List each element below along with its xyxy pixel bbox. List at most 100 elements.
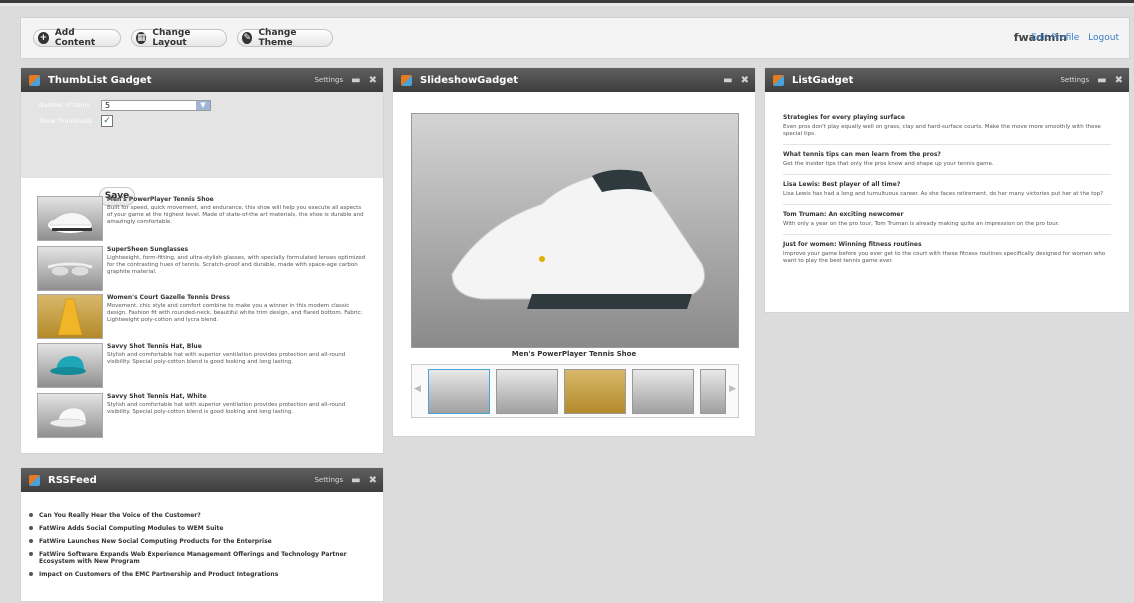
thumbnail-strip: ◀ ▶ <box>411 364 739 418</box>
listgadget-title: ListGadget <box>792 74 854 86</box>
show-thumbnails-label: Show Thumbnails <box>39 117 92 125</box>
num-items-select[interactable]: 5 ▼ <box>101 100 211 111</box>
list-item[interactable]: Savvy Shot Tennis Hat, Blue Stylish and … <box>37 343 367 389</box>
thumb-shoe[interactable] <box>428 369 490 414</box>
item-desc: Lightweight, form-fitting, and ultra-sty… <box>107 255 366 275</box>
item-title: Tom Truman: An exciting newcomer <box>783 211 904 218</box>
item-desc: Movement, chic style and comfort combine… <box>107 303 363 323</box>
rss-header: RSSFeed Settings ▬ ✖ <box>21 468 383 492</box>
thumb-blue-hat[interactable] <box>632 369 694 414</box>
num-items-row: Number of Items 5 ▼ <box>39 100 371 111</box>
slideshow-gadget: SlideshowGadget ▬ ✖ Men's PowerPlayer Te… <box>392 67 756 437</box>
change-theme-button[interactable]: ✎ Change Theme <box>237 28 333 48</box>
rss-link[interactable]: Can You Really Hear the Voice of the Cus… <box>21 512 363 519</box>
list-item[interactable]: SuperSheen Sunglasses Lightweight, form-… <box>37 246 367 292</box>
settings-link[interactable]: Settings <box>1060 76 1089 84</box>
slideshow-caption: Men's PowerPlayer Tennis Shoe <box>511 350 637 358</box>
item-title: Savvy Shot Tennis Hat, Blue <box>107 343 202 350</box>
gadget-tools: Settings ▬ ✖ <box>1060 68 1123 92</box>
item-title: Lisa Lewis: Best player of all time? <box>783 181 901 188</box>
thumblist-gadget: ThumbList Gadget Settings ▬ ✖ Number of … <box>20 67 384 454</box>
gadget-tools: ▬ ✖ <box>715 68 749 92</box>
rss-link[interactable]: Impact on Customers of the EMC Partnersh… <box>21 571 363 578</box>
item-title: What tennis tips can men learn from the … <box>783 151 941 158</box>
shoe-icon <box>48 212 93 233</box>
item-title: Strategies for every playing surface <box>783 114 905 121</box>
shoe-icon <box>451 169 705 309</box>
item-desc: Stylish and comfortable hat with superio… <box>107 402 346 415</box>
add-content-label: Add Content <box>54 28 96 48</box>
dress-thumbnail <box>37 294 103 339</box>
list-item[interactable]: Men's PowerPlayer Tennis Shoe Built for … <box>37 196 367 242</box>
gadget-icon <box>401 74 412 86</box>
top-border-light <box>0 3 1134 6</box>
list-item[interactable]: What tennis tips can men learn from the … <box>783 145 1111 175</box>
change-theme-label: Change Theme <box>258 28 297 48</box>
close-icon[interactable]: ✖ <box>369 475 377 486</box>
gadget-tools: Settings ▬ ✖ <box>314 468 377 492</box>
minimize-icon[interactable]: ▬ <box>1097 75 1106 86</box>
prev-arrow-icon[interactable]: ◀ <box>414 384 421 394</box>
white-hat-thumbnail <box>37 393 103 438</box>
hat-icon <box>50 356 86 375</box>
thumb-sunglasses[interactable] <box>496 369 558 414</box>
list-gadget: ListGadget Settings ▬ ✖ Strategies for e… <box>764 67 1130 313</box>
settings-link[interactable]: Settings <box>314 476 343 484</box>
item-desc: Improve your game before you ever get to… <box>783 251 1106 264</box>
list-item[interactable]: Savvy Shot Tennis Hat, White Stylish and… <box>37 393 367 439</box>
list-item[interactable]: Strategies for every playing surface Eve… <box>783 108 1111 145</box>
gadget-tools: Settings ▬ ✖ <box>314 68 377 92</box>
thumb-dress[interactable] <box>564 369 626 414</box>
list-item[interactable]: Women's Court Gazelle Tennis Dress Movem… <box>37 294 367 340</box>
thumb-white-hat[interactable] <box>700 369 726 414</box>
slideshow-main-image[interactable] <box>411 113 739 348</box>
thumblist-settings: Number of Items 5 ▼ Show Thumbnails ✓ <box>21 92 383 178</box>
slideshow-header: SlideshowGadget ▬ ✖ <box>393 68 755 92</box>
item-desc: Get the insider tips that only the pros … <box>783 161 994 167</box>
minimize-icon[interactable]: ▬ <box>351 75 360 86</box>
blue-hat-thumbnail <box>37 343 103 388</box>
show-thumbnails-row: Show Thumbnails ✓ <box>39 115 371 127</box>
rss-link[interactable]: FatWire Software Expands Web Experience … <box>21 551 363 565</box>
change-layout-button[interactable]: ▦ Change Layout <box>131 28 227 48</box>
slideshow-title: SlideshowGadget <box>420 74 519 86</box>
list-item[interactable]: Just for women: Winning fitness routines… <box>783 235 1111 271</box>
sunglasses-thumbnail <box>37 246 103 291</box>
rss-link[interactable]: FatWire Adds Social Computing Modules to… <box>21 525 363 532</box>
next-arrow-icon[interactable]: ▶ <box>729 384 736 394</box>
minimize-icon[interactable]: ▬ <box>723 75 732 86</box>
gadget-icon <box>29 74 40 86</box>
minimize-icon[interactable]: ▬ <box>351 475 360 486</box>
list-gadget-body: Strategies for every playing surface Eve… <box>765 92 1129 271</box>
item-title: Men's PowerPlayer Tennis Shoe <box>107 196 214 203</box>
rss-title: RSSFeed <box>48 474 97 486</box>
item-desc: Lisa Lewis has had a long and tumultuous… <box>783 191 1104 197</box>
num-items-value: 5 <box>105 101 111 110</box>
edit-profile-link[interactable]: Edit Profile <box>1031 33 1079 43</box>
close-icon[interactable]: ✖ <box>369 75 377 86</box>
show-thumbnails-checkbox[interactable]: ✓ <box>101 115 113 127</box>
close-icon[interactable]: ✖ <box>1115 75 1123 86</box>
item-desc: Stylish and comfortable hat with superio… <box>107 352 346 365</box>
rss-list: Can You Really Hear the Voice of the Cus… <box>21 492 383 578</box>
layout-icon: ▦ <box>136 32 147 44</box>
dress-icon <box>57 298 83 336</box>
plus-icon: + <box>38 32 49 44</box>
item-title: Just for women: Winning fitness routines <box>783 241 922 248</box>
item-desc: Even pros don't play equally well on gra… <box>783 124 1101 137</box>
close-icon[interactable]: ✖ <box>741 75 749 86</box>
logout-link[interactable]: Logout <box>1088 33 1119 43</box>
num-items-label: Number of Items <box>39 102 90 109</box>
rss-gadget: RSSFeed Settings ▬ ✖ Can You Really Hear… <box>20 467 384 602</box>
theme-icon: ✎ <box>242 32 253 44</box>
change-layout-label: Change Layout <box>152 28 191 48</box>
item-title: Women's Court Gazelle Tennis Dress <box>107 294 230 301</box>
list-item[interactable]: Lisa Lewis: Best player of all time? Lis… <box>783 175 1111 205</box>
gadget-icon <box>29 474 40 486</box>
list-item[interactable]: Tom Truman: An exciting newcomer With on… <box>783 205 1111 235</box>
settings-link[interactable]: Settings <box>314 76 343 84</box>
rss-link[interactable]: FatWire Launches New Social Computing Pr… <box>21 538 363 545</box>
item-title: SuperSheen Sunglasses <box>107 246 189 253</box>
thumblist-title: ThumbList Gadget <box>48 74 152 86</box>
add-content-button[interactable]: + Add Content <box>33 28 121 48</box>
